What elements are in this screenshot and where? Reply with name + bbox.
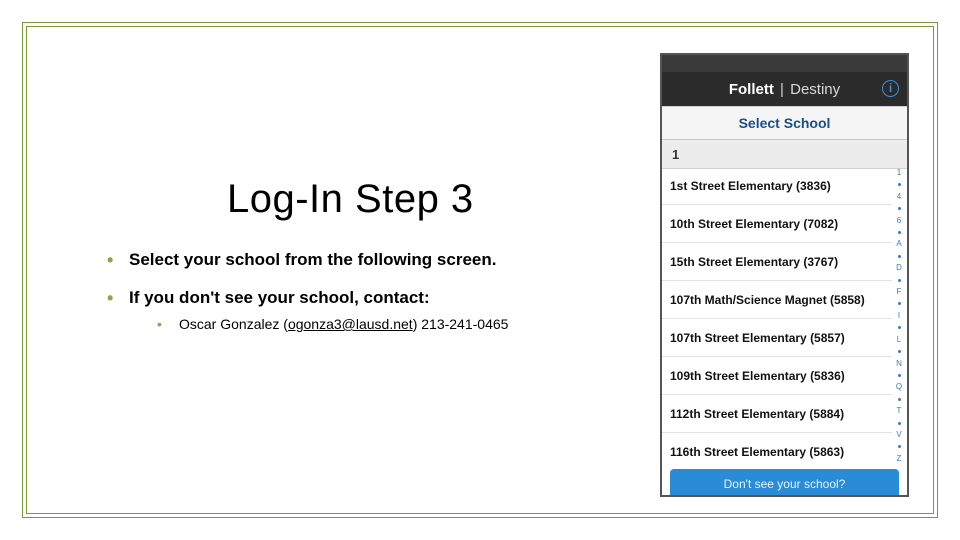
info-icon[interactable]: i [882,80,899,97]
slide-content: Log-In Step 3 Select your school from th… [107,177,627,350]
bullet-text: If you don't see your school, contact: [129,288,430,307]
index-dot [898,255,901,258]
app-header: Follett | Destiny i [662,72,907,106]
status-bar [662,55,907,72]
brand-light: Destiny [790,81,840,98]
bullet-list: Select your school from the following sc… [107,250,627,332]
index-letter[interactable]: V [896,431,901,439]
sub-bullet-list: Oscar Gonzalez (ogonza3@lausd.net) 213-2… [157,316,627,332]
list-item[interactable]: 1st Street Elementary (3836) [662,167,892,205]
list-item[interactable]: 15th Street Elementary (3767) [662,243,892,281]
index-letter[interactable]: F [897,288,902,296]
select-school-header: Select School [662,106,907,140]
index-dot [898,326,901,329]
outer-border: Log-In Step 3 Select your school from th… [22,22,938,518]
school-list[interactable]: 1st Street Elementary (3836) 10th Street… [662,167,892,465]
phone-screenshot: Follett | Destiny i Select School 1 1st … [660,53,909,497]
index-letter[interactable]: 4 [897,193,901,201]
list-item[interactable]: 107th Math/Science Magnet (5858) [662,281,892,319]
index-letter[interactable]: N [896,360,902,368]
list-item[interactable]: 116th Street Elementary (5863) [662,433,892,465]
list-item[interactable]: 107th Street Elementary (5857) [662,319,892,357]
index-letter[interactable]: A [896,240,901,248]
index-letter[interactable]: Z [897,455,902,463]
bullet-item: Select your school from the following sc… [107,250,627,270]
list-item[interactable]: 10th Street Elementary (7082) [662,205,892,243]
index-dot [898,231,901,234]
contact-email[interactable]: ogonza3@lausd.net [288,316,413,332]
brand-separator: | [780,81,784,98]
dont-see-school-button[interactable]: Don't see your school? [670,469,899,497]
brand-bold: Follett [729,81,774,98]
index-dot [898,422,901,425]
index-dot [898,398,901,401]
index-dot [898,302,901,305]
index-letter[interactable]: Q [896,383,902,391]
contact-name: Oscar Gonzalez [179,316,279,332]
inner-border: Log-In Step 3 Select your school from th… [26,26,934,514]
slide-title: Log-In Step 3 [227,177,627,222]
index-dot [898,445,901,448]
index-dot [898,183,901,186]
index-dot [898,279,901,282]
index-letter[interactable]: 1 [897,169,901,177]
list-item[interactable]: 109th Street Elementary (5836) [662,357,892,395]
contact-phone: 213-241-0465 [421,316,508,332]
index-letter[interactable]: 6 [897,217,901,225]
index-dot [898,350,901,353]
presentation-slide: Log-In Step 3 Select your school from th… [0,0,960,540]
contact-line: Oscar Gonzalez (ogonza3@lausd.net) 213-2… [157,316,627,332]
index-letter[interactable]: D [896,264,902,272]
app-brand: Follett | Destiny [729,81,840,98]
alpha-index-rail[interactable]: 1 4 6 A D F I L N Q T V Z [893,167,905,465]
list-item[interactable]: 112th Street Elementary (5884) [662,395,892,433]
section-header: 1 [662,140,907,169]
index-dot [898,207,901,210]
index-letter[interactable]: I [898,312,900,320]
index-letter[interactable]: T [897,407,902,415]
bullet-item: If you don't see your school, contact: O… [107,288,627,332]
index-dot [898,374,901,377]
index-letter[interactable]: L [897,336,901,344]
